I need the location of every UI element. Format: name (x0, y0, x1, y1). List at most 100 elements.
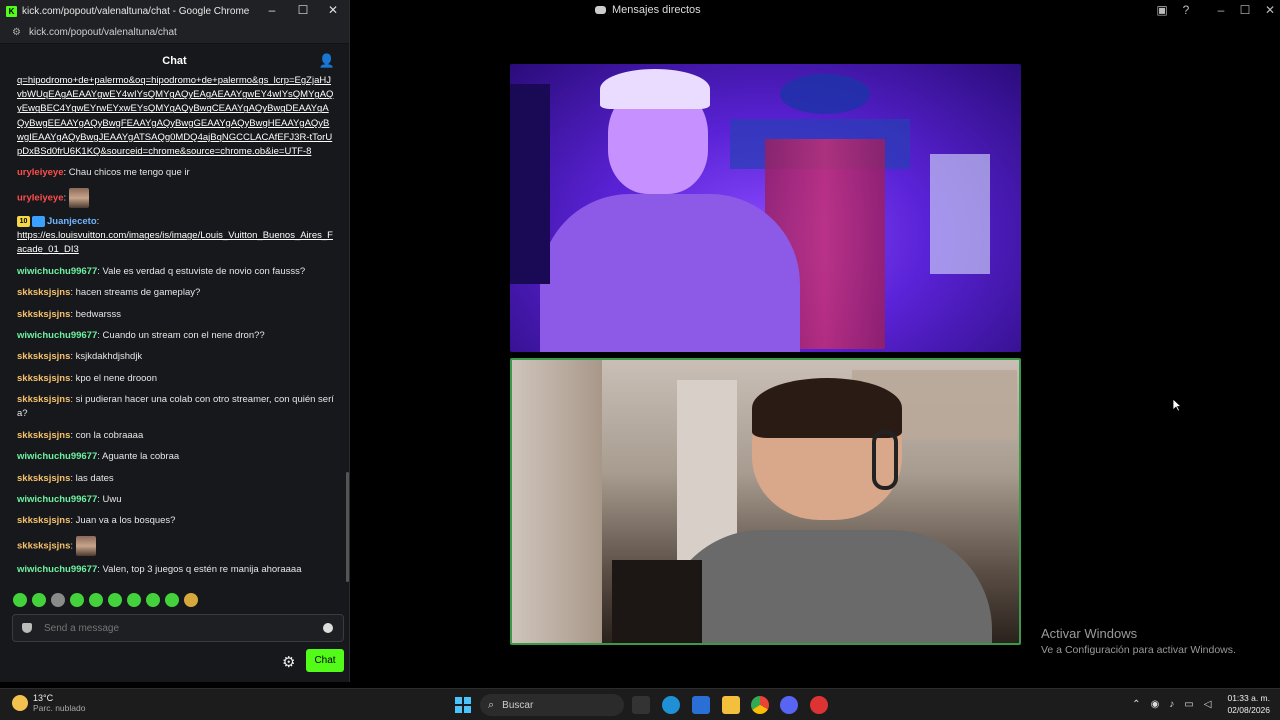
chat-username[interactable]: wiwichuchu99677 (17, 564, 97, 575)
link-text[interactable]: q=hipodromo+de+palermo&oq=hipodromo+de+p… (17, 75, 333, 157)
user-settings-icon[interactable]: 👤 (319, 53, 335, 69)
activate-windows-watermark: Activar Windows Ve a Configuración para … (1041, 626, 1236, 656)
chat-username[interactable]: uryleiyeye (17, 167, 63, 178)
message-text: Juan va a los bosques? (75, 515, 176, 527)
chevron-up-icon[interactable]: ⌃ (1132, 699, 1140, 710)
close-button[interactable]: ✕ (323, 3, 343, 17)
chat-username[interactable]: Juanjeceto (47, 216, 97, 227)
chat-message: uryleiyeye: Chau chicos me tengo que ir (17, 166, 334, 180)
minimize-button[interactable]: – (262, 3, 282, 17)
taskbar-search[interactable]: ⌕ Buscar (480, 694, 624, 716)
system-tray: ⌃ ◉ ♪ ▭ ◁ 01:33 a. m. 02/08/2026 (1132, 692, 1270, 716)
message-text: Vale es verdad q estuviste de novio con … (102, 265, 306, 277)
close-button[interactable]: ✕ (1260, 3, 1280, 17)
chrome-popout-window[interactable]: K kick.com/popout/valenaltuna/chat - Goo… (0, 0, 350, 682)
maximize-button[interactable]: ☐ (1235, 3, 1255, 17)
emote-icon[interactable] (165, 593, 179, 607)
chat-message: skksksjsjns: si pudieran hacer una colab… (17, 393, 334, 421)
send-chat-button[interactable]: Chat (306, 649, 344, 672)
emote-icon[interactable] (127, 593, 141, 607)
kick-favicon-icon: K (6, 5, 17, 17)
message-text: con la cobraaaa (75, 429, 144, 441)
background-title: Mensajes directos (595, 4, 701, 16)
shield-icon (22, 623, 32, 633)
chat-settings-icon[interactable]: ⚙ (282, 653, 295, 671)
taskbar: 13°C Parc. nublado ⌕ Buscar ⌃ ◉ ♪ ▭ ◁ 01… (0, 688, 1280, 720)
chat-username[interactable]: skksksjsjns (17, 515, 70, 526)
chat-username[interactable]: uryleiyeye (17, 192, 63, 203)
chat-message: skksksjsjns: (17, 535, 334, 556)
chat-username[interactable]: wiwichuchu99677 (17, 451, 97, 462)
message-text: kpo el nene drooon (75, 372, 157, 384)
emote-icon[interactable] (184, 593, 198, 607)
message-list: uryleiyeye: Chau chicos me tengo que ir u… (17, 166, 334, 577)
store-icon[interactable] (692, 696, 710, 714)
search-icon: ⌕ (488, 698, 495, 711)
separator: : (70, 540, 76, 552)
clock[interactable]: 01:33 a. m. 02/08/2026 (1227, 692, 1270, 716)
chat-username[interactable]: skksksjsjns (17, 473, 70, 484)
message-input[interactable] (44, 622, 323, 634)
video-participant-2[interactable] (510, 358, 1021, 645)
message-link[interactable]: https://es.louisvuitton.com/images/is/im… (17, 230, 333, 255)
emote-icon[interactable] (89, 593, 103, 607)
booster-badge-icon (32, 215, 45, 227)
windows-start-icon[interactable] (455, 697, 471, 713)
discord-icon[interactable] (780, 696, 798, 714)
chrome-icon[interactable] (751, 696, 769, 714)
video-participant-1[interactable] (510, 64, 1021, 352)
chat-username[interactable]: wiwichuchu99677 (17, 330, 97, 341)
chat-username[interactable]: skksksjsjns (17, 351, 70, 362)
file-explorer-icon[interactable] (722, 696, 740, 714)
task-view-icon[interactable] (632, 696, 650, 714)
message-text: Cuando un stream con el nene dron?? (102, 329, 265, 341)
maximize-button[interactable]: ☐ (293, 3, 313, 17)
emote-icon[interactable] (32, 593, 46, 607)
message-text: Valen, top 3 juegos q estén re manija ah… (102, 563, 302, 575)
address-bar[interactable]: ⚙ kick.com/popout/valenaltuna/chat (0, 22, 349, 44)
chat-messages[interactable]: q=hipodromo+de+palermo&oq=hipodromo+de+p… (0, 74, 346, 584)
edge-icon[interactable] (662, 696, 680, 714)
chat-username[interactable]: skksksjsjns (17, 430, 70, 441)
chat-username[interactable]: skksksjsjns (17, 394, 70, 405)
chat-title: Chat (162, 55, 187, 67)
clock-time: 01:33 a. m. (1227, 693, 1270, 703)
chat-username[interactable]: skksksjsjns (17, 287, 70, 298)
display-icon[interactable]: ▭ (1184, 699, 1193, 710)
emote-icon[interactable] (146, 593, 160, 607)
message-text: Chau chicos me tengo que ir (68, 167, 190, 179)
site-info-icon[interactable]: ⚙ (12, 27, 21, 38)
chat-username[interactable]: skksksjsjns (17, 540, 70, 551)
message-text: bedwarsss (75, 308, 122, 320)
chat-message: skksksjsjns: kpo el nene drooon (17, 372, 334, 386)
activate-title: Activar Windows (1041, 626, 1138, 641)
chat-username[interactable]: skksksjsjns (17, 309, 70, 320)
chat-username[interactable]: skksksjsjns (17, 373, 70, 384)
microphone-icon[interactable]: ♪ (1169, 699, 1174, 710)
url-text[interactable]: kick.com/popout/valenaltuna/chat (29, 27, 177, 38)
chat-header: Chat 👤 (0, 50, 349, 72)
emote-icon[interactable] (13, 593, 27, 607)
chat-username[interactable]: wiwichuchu99677 (17, 494, 97, 505)
help-icon[interactable]: ? (1176, 3, 1196, 17)
volume-icon[interactable]: ◁ (1204, 699, 1212, 710)
minimize-button[interactable]: – (1211, 3, 1231, 17)
inbox-icon[interactable]: ▣ (1152, 3, 1172, 17)
cursor-arrow-icon (1172, 398, 1183, 412)
chat-message: skksksjsjns: con la cobraaaa (17, 429, 334, 443)
emoji-picker-icon[interactable] (323, 623, 333, 633)
activate-subtitle: Ve a Configuración para activar Windows. (1041, 644, 1236, 656)
clock-date: 02/08/2026 (1227, 705, 1270, 715)
chat-username[interactable]: wiwichuchu99677 (17, 266, 97, 277)
weather-condition: Parc. nublado (33, 703, 86, 713)
message-input-box[interactable] (12, 614, 344, 642)
network-icon[interactable]: ◉ (1151, 699, 1160, 710)
chat-message: wiwichuchu99677: Cuando un stream con el… (17, 329, 334, 343)
emote-icon[interactable] (70, 593, 84, 607)
chat-message: uryleiyeye: (17, 187, 334, 208)
chat-scrollbar[interactable] (346, 472, 349, 582)
record-app-icon[interactable] (810, 696, 828, 714)
weather-widget[interactable]: 13°C Parc. nublado (12, 693, 85, 713)
emote-icon[interactable] (51, 593, 65, 607)
emote-icon[interactable] (108, 593, 122, 607)
